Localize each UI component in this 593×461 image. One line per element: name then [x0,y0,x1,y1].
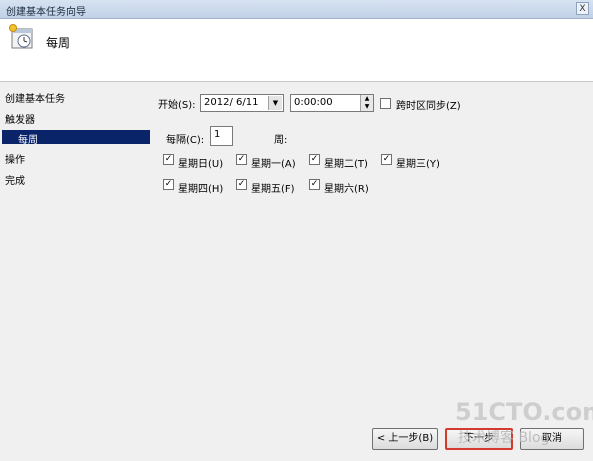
checkbox-wednesday[interactable]: ✓ [381,154,392,165]
label-monday: 星期一(A) [251,159,296,170]
recur-every-value: 1 [214,129,221,140]
spin-up-icon[interactable]: ▲ [361,95,373,103]
step-action[interactable]: 操作 [5,151,25,166]
watermark-logo: 51CTO.com [455,398,593,426]
chevron-down-icon[interactable]: ▼ [268,96,282,110]
step-create-basic-task[interactable]: 创建基本任务 [5,90,65,105]
watermark-text: 技术博客 Blog [458,430,550,446]
sync-timezone-checkbox[interactable] [380,98,391,109]
label-sunday: 星期日(U) [178,159,224,170]
step-weekly[interactable]: 每周 [2,130,150,146]
recur-unit-label: 周: [274,135,288,146]
time-spinner[interactable]: ▲ ▼ [360,95,373,111]
spin-down-icon[interactable]: ▼ [361,103,373,111]
checkbox-saturday[interactable]: ✓ [309,179,320,190]
label-friday: 星期五(F) [251,184,295,195]
page-title: 每周 [46,36,71,50]
window-title: 创建基本任务向导 [6,7,86,18]
recur-every-input[interactable]: 1 [210,126,233,146]
checkbox-tuesday[interactable]: ✓ [309,154,320,165]
label-saturday: 星期六(R) [324,184,369,195]
start-time-field[interactable]: 0:00:00 ▲ ▼ [290,94,374,112]
checkbox-thursday[interactable]: ✓ [163,179,174,190]
wizard-header: 每周 [0,19,593,82]
trigger-settings: 开始(S): 2012/ 6/11 ▼ 0:00:00 ▲ ▼ 跨时区同步(Z)… [152,82,593,412]
clock-calendar-icon [9,24,33,49]
start-label: 开始(S): [158,100,196,111]
sync-timezone-label: 跨时区同步(Z) [396,101,461,112]
label-thursday: 星期四(H) [178,184,224,195]
title-bar: 创建基本任务向导 X [0,0,593,19]
checkbox-friday[interactable]: ✓ [236,179,247,190]
start-date-value: 2012/ 6/11 [204,97,259,108]
close-button[interactable]: X [576,2,589,15]
step-finish[interactable]: 完成 [5,172,25,187]
label-wednesday: 星期三(Y) [396,159,440,170]
checkbox-sunday[interactable]: ✓ [163,154,174,165]
start-date-picker[interactable]: 2012/ 6/11 ▼ [200,94,284,112]
step-trigger[interactable]: 触发器 [5,111,35,126]
step-weekly-label: 每周 [18,135,38,146]
label-tuesday: 星期二(T) [324,159,368,170]
recur-every-label: 每隔(C): [166,135,205,146]
start-time-value: 0:00:00 [294,97,333,108]
checkbox-monday[interactable]: ✓ [236,154,247,165]
back-button[interactable]: < 上一步(B) [372,428,438,450]
